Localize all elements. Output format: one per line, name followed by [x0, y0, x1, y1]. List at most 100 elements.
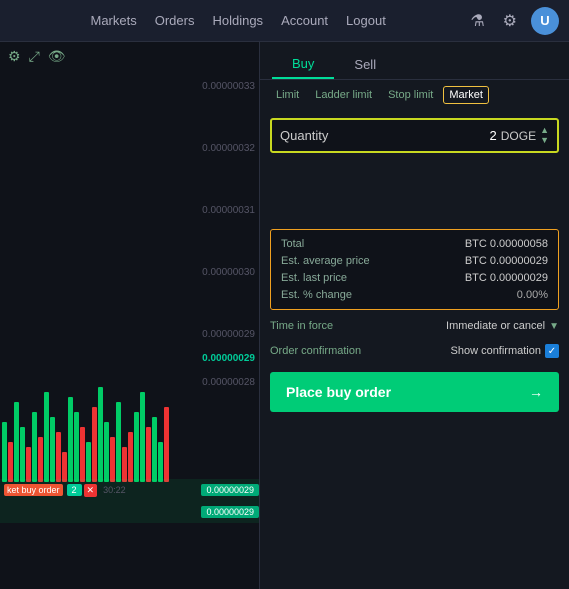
candle-bar: [140, 392, 145, 482]
candle-bar: [14, 402, 19, 482]
top-nav: Markets Orders Holdings Account Logout ⚗…: [0, 0, 569, 42]
candle-bar: [2, 422, 7, 482]
candle-bar: [92, 407, 97, 482]
order-time: 30:22: [103, 485, 126, 495]
candle-bar: [68, 397, 73, 482]
candle-bar: [116, 402, 121, 482]
order-type-market[interactable]: Market: [443, 86, 489, 104]
order-price-badge: 0.00000029: [201, 484, 259, 496]
time-in-force-value[interactable]: Immediate or cancel ▼: [446, 320, 559, 332]
last-price-value: BTC 0.00000029: [465, 272, 548, 284]
gear-icon[interactable]: ⚙: [499, 9, 521, 33]
quantity-currency: DOGE: [501, 129, 536, 143]
right-panel: Buy Sell Limit Ladder limit Stop limit M…: [260, 42, 569, 589]
order-confirmation-checkbox[interactable]: ✓: [545, 344, 559, 358]
nav-orders[interactable]: Orders: [155, 13, 195, 28]
quantity-value: 2: [490, 128, 497, 143]
flask-icon[interactable]: ⚗: [466, 9, 488, 33]
chart-eye-icon[interactable]: 👁: [48, 48, 66, 65]
candle-bar: [128, 432, 133, 482]
nav-links: Markets Orders Holdings Account Logout: [91, 13, 386, 28]
order-confirmation-text: Show confirmation: [451, 345, 542, 357]
nav-holdings[interactable]: Holdings: [212, 13, 263, 28]
quantity-input-group[interactable]: Quantity 2 DOGE ▲ ▼: [270, 118, 559, 153]
candle-bar: [26, 447, 31, 482]
order-type-limit[interactable]: Limit: [270, 86, 305, 104]
summary-pct-change-row: Est. % change 0.00%: [281, 289, 548, 301]
quantity-spinner[interactable]: ▲ ▼: [540, 126, 549, 145]
nav-logout[interactable]: Logout: [346, 13, 386, 28]
place-buy-order-button[interactable]: Place buy order →: [270, 372, 559, 412]
summary-avg-price-row: Est. average price BTC 0.00000029: [281, 255, 548, 267]
order-confirmation-value: Show confirmation ✓: [451, 344, 560, 358]
avg-price-label: Est. average price: [281, 255, 370, 267]
price-level-1: 0.00000032: [169, 144, 259, 154]
order-confirmation-label: Order confirmation: [270, 345, 361, 357]
time-in-force-text: Immediate or cancel: [446, 320, 545, 332]
order-qty-badge: 2: [67, 484, 82, 496]
candle-bar: [122, 447, 127, 482]
avatar[interactable]: U: [531, 7, 559, 35]
total-value: BTC 0.00000058: [465, 238, 548, 250]
candle-bar: [32, 412, 37, 482]
tab-sell[interactable]: Sell: [334, 50, 396, 79]
order-form: Quantity 2 DOGE ▲ ▼ Total BTC 0.00000058…: [260, 110, 569, 589]
avg-price-value: BTC 0.00000029: [465, 255, 548, 267]
nav-icons: ⚗ ⚙ U: [466, 7, 559, 35]
order-highlight-row: ket buy order 2 ✕ 30:22 0.00000029: [0, 479, 259, 501]
order-close-button[interactable]: ✕: [84, 484, 98, 497]
order-type-ladder-limit[interactable]: Ladder limit: [309, 86, 378, 104]
price-level-3: 0.00000030: [169, 268, 259, 278]
order-type-label: ket buy order: [4, 484, 63, 496]
nav-markets[interactable]: Markets: [91, 13, 137, 28]
quantity-decrement[interactable]: ▼: [540, 136, 549, 145]
time-in-force-row: Time in force Immediate or cancel ▼: [270, 318, 559, 334]
candle-bar: [146, 427, 151, 482]
summary-total-row: Total BTC 0.00000058: [281, 238, 548, 250]
place-order-label: Place buy order: [286, 384, 391, 400]
summary-last-price-row: Est. last price BTC 0.00000029: [281, 272, 548, 284]
time-in-force-label: Time in force: [270, 320, 333, 332]
tab-buy[interactable]: Buy: [272, 50, 334, 79]
nav-account[interactable]: Account: [281, 13, 328, 28]
candle-bar: [20, 427, 25, 482]
candle-bar: [80, 427, 85, 482]
price-labels: 0.00000033 0.00000032 0.00000031 0.00000…: [169, 82, 259, 440]
order-price-badge-2: 0.00000029: [201, 506, 259, 518]
quantity-label: Quantity: [280, 128, 490, 143]
pct-change-label: Est. % change: [281, 289, 352, 301]
candle-bar: [8, 442, 13, 482]
candle-bar: [86, 442, 91, 482]
candle-bar: [62, 452, 67, 482]
chart-toolbar: ⚙ ⤢ 👁: [0, 42, 259, 71]
candle-bar: [98, 387, 103, 482]
order-type-stop-limit[interactable]: Stop limit: [382, 86, 439, 104]
candle-bar: [158, 442, 163, 482]
chart-area: ⚙ ⤢ 👁 0.00000033 0.00000032 0.00000031 0…: [0, 42, 260, 589]
candle-bar: [110, 437, 115, 482]
price-level-5: 0.00000029: [169, 354, 259, 364]
summary-box: Total BTC 0.00000058 Est. average price …: [270, 229, 559, 310]
last-price-label: Est. last price: [281, 272, 347, 284]
candle-bar: [164, 407, 169, 482]
order-type-tabs: Limit Ladder limit Stop limit Market: [260, 80, 569, 110]
price-level-4: 0.00000029: [169, 330, 259, 340]
order-confirmation-row: Order confirmation Show confirmation ✓: [270, 342, 559, 360]
price-level-0: 0.00000033: [169, 82, 259, 92]
total-label: Total: [281, 238, 304, 250]
candle-bar: [44, 392, 49, 482]
buy-sell-tabs: Buy Sell: [260, 42, 569, 80]
quantity-increment[interactable]: ▲: [540, 126, 549, 135]
candle-bar: [56, 432, 61, 482]
chart-settings-icon[interactable]: ⚙: [8, 48, 21, 65]
candle-bar: [134, 412, 139, 482]
chart-candles: [0, 82, 170, 482]
pct-change-value: 0.00%: [517, 289, 548, 301]
candle-bar: [74, 412, 79, 482]
candle-bar: [152, 417, 157, 482]
time-in-force-dropdown-icon: ▼: [549, 321, 559, 332]
chart-expand-icon[interactable]: ⤢: [29, 48, 40, 65]
candle-bar: [50, 417, 55, 482]
main-layout: ⚙ ⤢ 👁 0.00000033 0.00000032 0.00000031 0…: [0, 42, 569, 589]
place-order-arrow-icon: →: [529, 384, 543, 400]
